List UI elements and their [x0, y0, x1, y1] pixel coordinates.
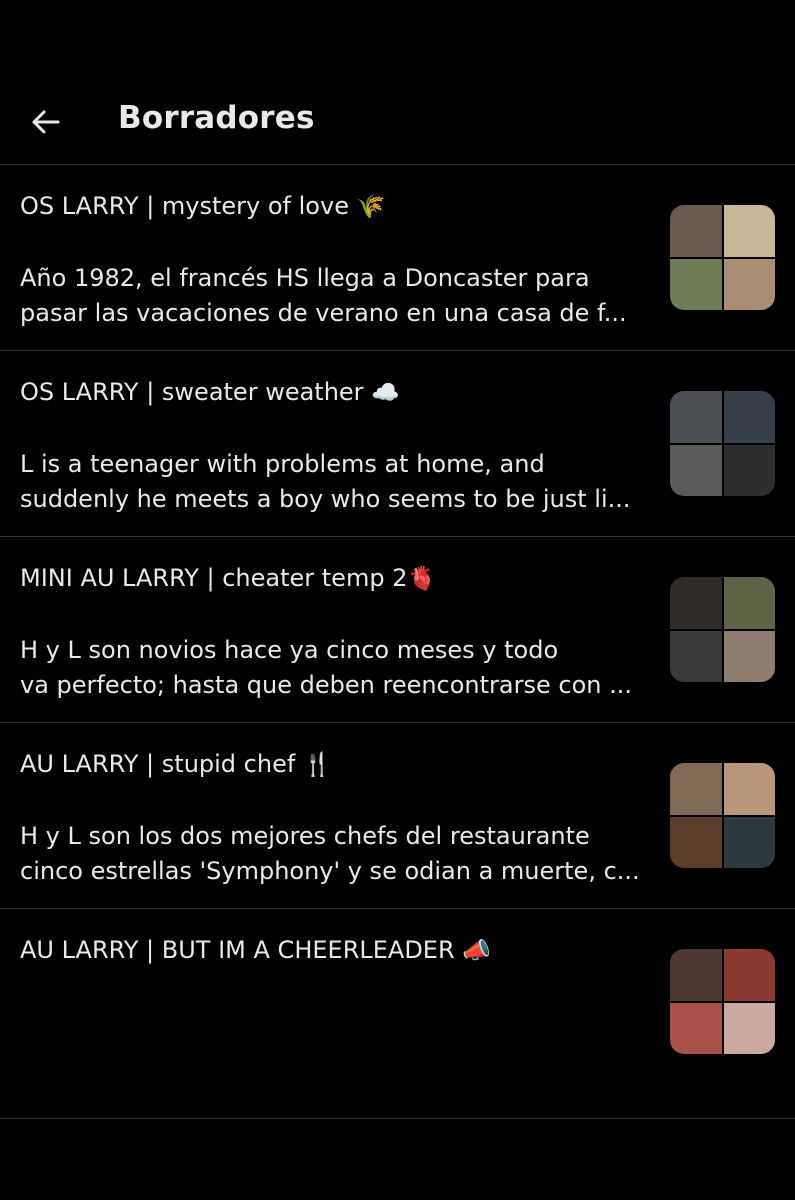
draft-media-thumbnail	[670, 763, 775, 868]
anatomical-heart-icon: 🫀	[407, 566, 437, 592]
back-button[interactable]	[26, 102, 66, 142]
thumbnail-image	[670, 630, 722, 682]
thumbnail-image	[670, 258, 722, 310]
thumbnail-image	[723, 630, 775, 682]
thumbnail-image	[723, 949, 775, 1001]
thumbnail-image	[723, 763, 775, 815]
page-title: Borradores	[118, 100, 315, 136]
drafts-list: OS LARRY | mystery of love 🌾 Año 1982, e…	[0, 165, 795, 1119]
thumbnail-image	[723, 444, 775, 496]
draft-media-thumbnail	[670, 205, 775, 310]
fork-and-knife-icon: 🍴	[302, 752, 332, 778]
draft-item[interactable]: MINI AU LARRY | cheater temp 2🫀 H y L so…	[0, 537, 795, 723]
draft-item[interactable]: OS LARRY | mystery of love 🌾 Año 1982, e…	[0, 165, 795, 351]
thumbnail-image	[723, 816, 775, 868]
thumbnail-image	[670, 391, 722, 443]
thumbnail-image	[670, 763, 722, 815]
draft-media-thumbnail	[670, 949, 775, 1054]
thumbnail-image	[723, 391, 775, 443]
draft-preview-text: Año 1982, el francés HS llega a Doncaste…	[20, 264, 627, 327]
draft-media-thumbnail	[670, 577, 775, 682]
draft-item[interactable]: OS LARRY | sweater weather ☁️ L is a tee…	[0, 351, 795, 537]
top-app-bar: Borradores	[0, 0, 795, 165]
draft-title: OS LARRY | sweater weather ☁️	[20, 378, 400, 406]
megaphone-icon: 📣	[462, 938, 491, 964]
thumbnail-image	[670, 205, 722, 257]
draft-preview-text: L is a teenager with problems at home, a…	[20, 450, 631, 513]
draft-media-thumbnail	[670, 391, 775, 496]
sheaf-of-rice-icon: 🌾	[356, 194, 386, 220]
thumbnail-image	[670, 949, 722, 1001]
draft-title: AU LARRY | BUT IM A CHEERLEADER 📣	[20, 936, 491, 964]
draft-title: OS LARRY | mystery of love 🌾	[20, 192, 386, 220]
thumbnail-image	[723, 1002, 775, 1054]
thumbnail-image	[723, 205, 775, 257]
arrow-left-icon	[32, 110, 60, 134]
thumbnail-image	[723, 577, 775, 629]
thumbnail-image	[670, 577, 722, 629]
thumbnail-image	[670, 816, 722, 868]
thumbnail-image	[670, 1002, 722, 1054]
cloud-icon: ☁️	[371, 380, 400, 406]
draft-preview-text: H y L son novios hace ya cinco meses y t…	[20, 636, 632, 699]
draft-item[interactable]: AU LARRY | BUT IM A CHEERLEADER 📣	[0, 909, 795, 1119]
draft-preview-text: H y L son los dos mejores chefs del rest…	[20, 822, 640, 885]
draft-title: AU LARRY | stupid chef 🍴	[20, 750, 332, 778]
thumbnail-image	[670, 444, 722, 496]
draft-title: MINI AU LARRY | cheater temp 2🫀	[20, 564, 437, 592]
thumbnail-image	[723, 258, 775, 310]
draft-item[interactable]: AU LARRY | stupid chef 🍴 H y L son los d…	[0, 723, 795, 909]
